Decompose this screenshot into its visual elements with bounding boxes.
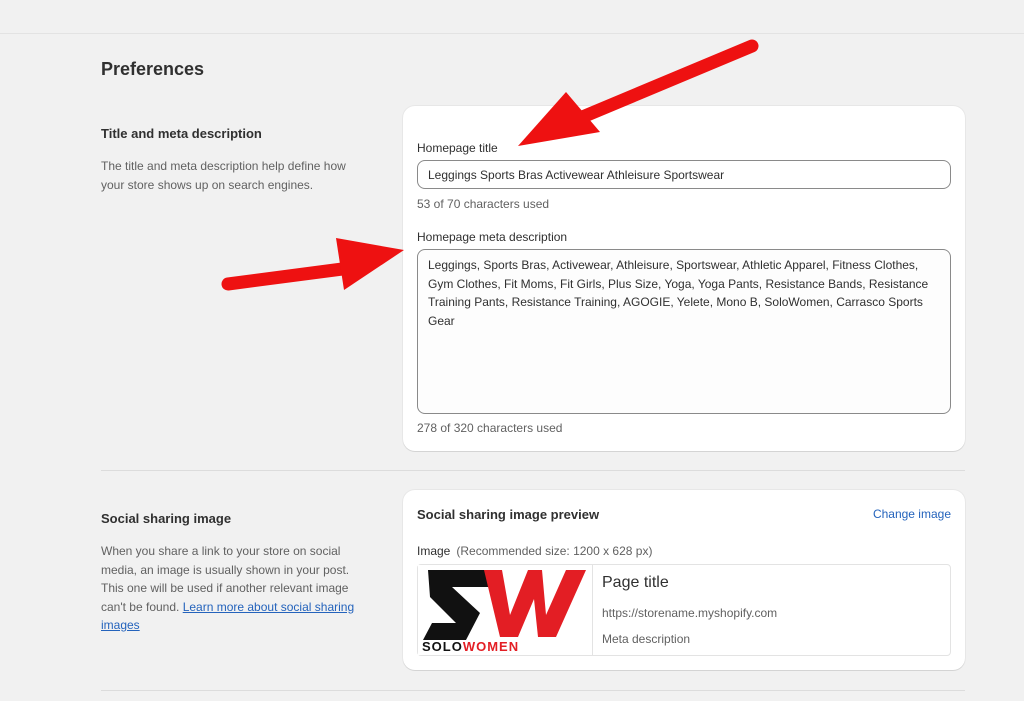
solowomen-logo: SOLOWOMEN bbox=[422, 570, 586, 654]
social-sharing-preview-title: Social sharing image preview bbox=[417, 507, 600, 522]
homepage-title-counter: 53 of 70 characters used bbox=[417, 197, 550, 211]
homepage-title-input[interactable] bbox=[417, 160, 951, 189]
logo-wordmark-women: WOMEN bbox=[463, 639, 519, 654]
social-sharing-image[interactable]: SOLOWOMEN bbox=[418, 565, 593, 655]
preview-meta-description: Meta description bbox=[602, 632, 691, 646]
red-arrow-meta-icon bbox=[221, 238, 404, 291]
homepage-meta-description-textarea[interactable]: Leggings, Sports Bras, Activewear, Athle… bbox=[417, 249, 951, 414]
meta-description-counter: 278 of 320 characters used bbox=[417, 421, 563, 435]
image-recommended-size: (Recommended size: 1200 x 628 px) bbox=[456, 544, 653, 558]
top-border bbox=[0, 33, 1024, 34]
social-sharing-section-heading: Social sharing image bbox=[101, 511, 232, 526]
image-label-text: Image bbox=[417, 544, 451, 558]
preview-page-title: Page title bbox=[602, 574, 669, 591]
logo-wordmark-solo: SOLO bbox=[422, 639, 463, 654]
homepage-title-label: Homepage title bbox=[417, 141, 498, 155]
title-meta-card: Homepage title 53 of 70 characters used … bbox=[403, 106, 965, 451]
preview-url: https://storename.myshopify.com bbox=[602, 606, 778, 620]
logo-s-shape bbox=[423, 570, 496, 640]
logo-w-shape bbox=[484, 570, 586, 637]
homepage-meta-description-label: Homepage meta description bbox=[417, 230, 568, 244]
section-divider-bottom bbox=[101, 690, 965, 691]
image-label: Image (Recommended size: 1200 x 628 px) bbox=[417, 544, 652, 558]
title-meta-section-heading: Title and meta description bbox=[101, 126, 262, 141]
social-preview-box: SOLOWOMEN Page title https://storename.m… bbox=[417, 564, 951, 656]
page-title: Preferences bbox=[101, 59, 205, 79]
section-divider bbox=[101, 470, 965, 471]
change-image-button[interactable]: Change image bbox=[873, 507, 951, 521]
title-meta-section-description: The title and meta description help defi… bbox=[101, 159, 346, 192]
social-sharing-card: Social sharing image preview Change imag… bbox=[403, 490, 965, 670]
social-sharing-section-description: When you share a link to your store on s… bbox=[101, 542, 371, 635]
logo-wordmark: SOLOWOMEN bbox=[422, 639, 519, 654]
